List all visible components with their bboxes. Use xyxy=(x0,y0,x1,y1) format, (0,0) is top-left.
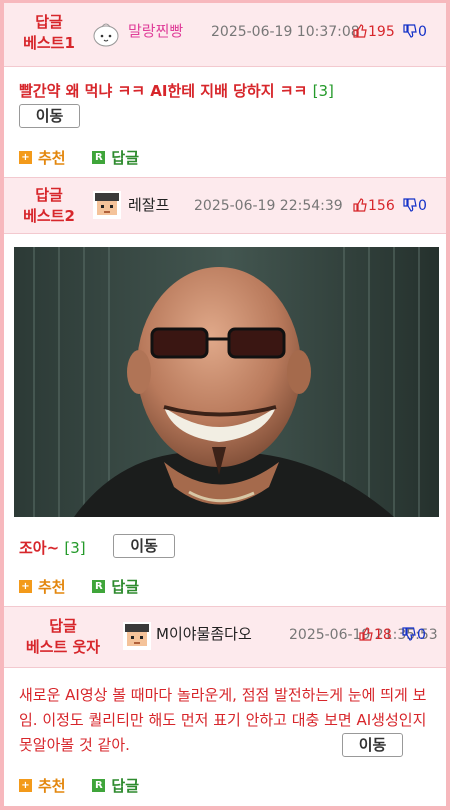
rank-line-2: 베스트1 xyxy=(23,34,75,52)
plus-icon: + xyxy=(19,779,32,792)
comment-text: 빨간약 왜 먹냐 ㅋㅋ AI한테 지배 당하지 ㅋㅋ [3] xyxy=(19,81,334,101)
rank-line-1: 답글 xyxy=(35,186,63,204)
meme-image[interactable] xyxy=(14,247,439,517)
move-button[interactable]: 이동 xyxy=(342,733,403,757)
pixel-avatar-icon[interactable] xyxy=(123,622,151,650)
move-button[interactable]: 이동 xyxy=(19,104,80,128)
downvote-count[interactable]: 0 xyxy=(402,22,427,42)
best-rank-label-3: 답글 베스트 웃자 xyxy=(8,616,118,658)
author-nickname[interactable]: 레잘프 xyxy=(128,195,169,215)
upvote-count[interactable]: 156 xyxy=(352,196,395,216)
rank-line-2: 베스트2 xyxy=(23,207,75,225)
comment-text: 조아~ [3] xyxy=(19,538,86,558)
move-button[interactable]: 이동 xyxy=(113,534,175,558)
upvote-count[interactable]: 18 xyxy=(358,625,392,645)
comment-actions: + 추천 R 답글 xyxy=(19,774,161,795)
thumbs-down-icon xyxy=(403,24,417,38)
best-rank-label-1: 답글 베스트1 xyxy=(14,12,84,54)
recommend-button[interactable]: + 추천 xyxy=(19,777,66,795)
thumbs-up-icon xyxy=(353,24,367,38)
downvote-count[interactable]: 0 xyxy=(402,196,427,216)
recommend-button[interactable]: + 추천 xyxy=(19,578,66,596)
upvote-count[interactable]: 195 xyxy=(352,22,395,42)
reply-r-icon: R xyxy=(92,151,106,164)
best-rank-label-2: 답글 베스트2 xyxy=(14,185,84,227)
post-datetime: 2025-06-19 22:54:39 xyxy=(194,198,343,214)
thumbs-down-icon xyxy=(403,198,417,212)
reply-button[interactable]: R 답글 xyxy=(92,578,139,596)
plus-icon: + xyxy=(19,580,32,593)
thumbs-up-icon xyxy=(359,627,373,641)
post-datetime: 2025-06-19 10:37:08 xyxy=(211,24,360,40)
comment-body: 조아~ xyxy=(19,539,60,557)
downvote-count[interactable]: 0 xyxy=(401,625,426,645)
reply-count[interactable]: [3] xyxy=(313,82,334,100)
rank-line-1: 답글 xyxy=(49,617,77,635)
plus-icon: + xyxy=(19,151,32,164)
thumbs-down-icon xyxy=(402,627,416,641)
bun-avatar-icon[interactable] xyxy=(92,19,120,47)
recommend-button[interactable]: + 추천 xyxy=(19,149,66,167)
comment-actions: + 추천 R 답글 xyxy=(19,575,161,596)
rank-line-1: 답글 xyxy=(35,13,63,31)
author-nickname[interactable]: 말랑찐빵 xyxy=(128,21,183,41)
reply-r-icon: R xyxy=(92,779,106,792)
comment-actions: + 추천 R 답글 xyxy=(19,146,161,167)
thumbs-up-icon xyxy=(353,198,367,212)
author-nickname[interactable]: M이야물좀다오 xyxy=(156,624,252,644)
reply-button[interactable]: R 답글 xyxy=(92,777,139,795)
rank-line-2: 베스트 웃자 xyxy=(25,638,101,656)
pixel-avatar-icon[interactable] xyxy=(93,191,121,219)
reply-button[interactable]: R 답글 xyxy=(92,149,139,167)
reply-r-icon: R xyxy=(92,580,106,593)
comment-body: 빨간약 왜 먹냐 ㅋㅋ AI한테 지배 당하지 ㅋㅋ xyxy=(19,82,308,100)
reply-count[interactable]: [3] xyxy=(64,539,85,557)
